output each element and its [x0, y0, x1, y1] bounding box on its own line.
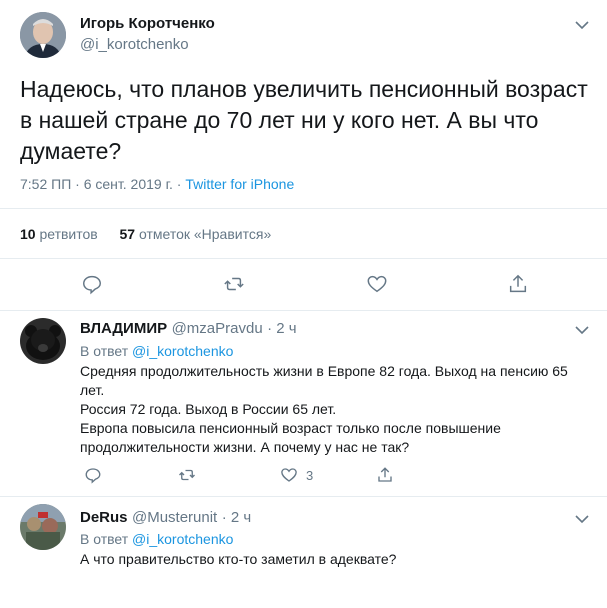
retweets-stat[interactable]: 10 ретвитов [20, 226, 98, 242]
in-reply-handle[interactable]: @i_korotchenko [132, 531, 233, 547]
tweet-stats: 10 ретвитов 57 отметок «Нравится» [20, 226, 271, 242]
author-handle[interactable]: @i_korotchenko [80, 36, 189, 53]
retweet-icon[interactable] [223, 273, 245, 295]
heart-icon[interactable] [280, 466, 298, 489]
chevron-down-icon[interactable] [575, 322, 589, 340]
reply-avatar[interactable] [20, 504, 66, 550]
divider [0, 208, 607, 209]
chevron-down-icon[interactable] [575, 511, 589, 529]
reply-header: DeRus @Musterunit · 2 ч [80, 509, 251, 527]
likes-stat[interactable]: 57 отметок «Нравится» [120, 226, 272, 242]
divider [0, 496, 607, 497]
share-icon[interactable] [376, 466, 394, 489]
reply-avatar[interactable] [20, 318, 66, 364]
reply-author-handle[interactable]: @mzaPravdu [172, 320, 263, 337]
author-name[interactable]: Игорь Коротченко [80, 15, 215, 32]
tweet-source[interactable]: Twitter for iPhone [185, 176, 294, 192]
share-icon[interactable] [507, 273, 529, 295]
reply-author-name[interactable]: DeRus [80, 509, 128, 526]
reply-author-name[interactable]: ВЛАДИМИР [80, 320, 167, 337]
author-avatar[interactable] [20, 12, 66, 58]
reply-icon[interactable] [84, 466, 102, 489]
reply-icon[interactable] [81, 273, 103, 295]
reply-author-handle[interactable]: @Musterunit [132, 509, 217, 526]
divider [0, 310, 607, 311]
reply-time[interactable]: · 2 ч [222, 509, 252, 526]
reply-time[interactable]: · 2 ч [267, 320, 297, 337]
like-count: 3 [306, 468, 314, 483]
chevron-down-icon[interactable] [575, 17, 589, 35]
reply-text: Средняя продолжительность жизни в Европе… [80, 363, 568, 455]
reply-text: А что правительство кто-то заметил в аде… [80, 551, 397, 567]
divider [0, 258, 607, 259]
tweet-meta: 7:52 ПП · 6 сент. 2019 г. · Twitter for … [20, 176, 294, 192]
tweet-text: Надеюсь, что планов увеличить пенсионный… [20, 76, 588, 164]
in-reply-to: В ответ @i_korotchenko [80, 531, 234, 547]
tweet-timestamp[interactable]: 7:52 ПП · 6 сент. 2019 г. · [20, 176, 185, 192]
in-reply-handle[interactable]: @i_korotchenko [132, 343, 233, 359]
heart-icon[interactable] [366, 273, 388, 295]
reply-header: ВЛАДИМИР @mzaPravdu · 2 ч [80, 320, 297, 338]
in-reply-to: В ответ @i_korotchenko [80, 343, 234, 359]
retweet-icon[interactable] [178, 466, 196, 489]
